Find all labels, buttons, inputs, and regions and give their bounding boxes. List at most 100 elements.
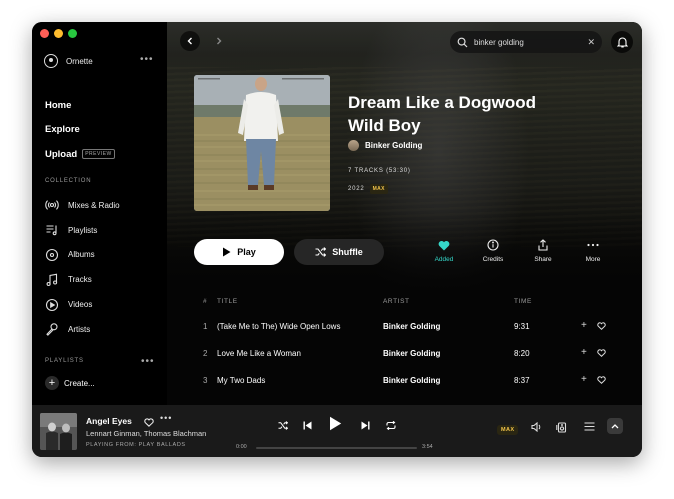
- sidebar-item-label: Videos: [68, 300, 93, 310]
- artist-avatar: [348, 140, 359, 151]
- track-more-button[interactable]: •••: [160, 413, 172, 423]
- added-button[interactable]: Added: [424, 237, 464, 263]
- previous-button[interactable]: [303, 421, 312, 430]
- tracks-info: 7 TRACKS (53:30): [348, 168, 411, 174]
- now-playing-artists[interactable]: Lennart Ginman, Thomas Blachman: [86, 429, 206, 438]
- nav-upload[interactable]: Upload PREVIEW: [45, 142, 115, 167]
- track-artist[interactable]: Binker Golding: [383, 376, 440, 385]
- mic-icon: [45, 322, 59, 337]
- sidebar-item-artists[interactable]: Artists: [45, 317, 120, 342]
- info-icon: [487, 239, 499, 251]
- max-quality-badge[interactable]: MAX: [497, 425, 519, 435]
- add-to-playlist-icon[interactable]: +: [581, 374, 587, 385]
- queue-button[interactable]: [584, 422, 595, 431]
- album-meta: 2022 MAX: [348, 184, 388, 194]
- playlist-icon: [45, 223, 59, 237]
- chevron-left-icon: [187, 37, 192, 45]
- minimize-window-button[interactable]: [54, 29, 63, 38]
- shuffle-toggle[interactable]: [278, 421, 288, 430]
- app-window: Ornette ••• Home Explore Upload PREVIEW C…: [32, 22, 642, 457]
- heart-outline-icon[interactable]: [597, 349, 606, 359]
- now-playing-cover-art: [40, 413, 77, 450]
- track-artist[interactable]: Binker Golding: [383, 322, 440, 331]
- repeat-icon: [386, 421, 396, 430]
- expand-player-button[interactable]: [607, 418, 623, 434]
- album-artist-name: Binker Golding: [365, 141, 423, 150]
- clear-search-icon[interactable]: ✕: [587, 37, 595, 48]
- next-button[interactable]: [361, 421, 370, 430]
- album-title: Dream Like a Dogwood Wild Boy: [348, 93, 536, 135]
- added-label: Added: [434, 256, 454, 263]
- share-button[interactable]: Share: [523, 237, 563, 263]
- output-device-button[interactable]: [556, 422, 567, 433]
- credits-button[interactable]: Credits: [473, 237, 513, 263]
- back-button[interactable]: [180, 31, 200, 51]
- search-box[interactable]: ✕: [450, 31, 602, 53]
- search-icon: [457, 37, 468, 47]
- total-time: 3:54: [422, 444, 433, 450]
- shuffle-button[interactable]: Shuffle: [294, 239, 384, 265]
- table-row[interactable]: 2 Love Me Like a Woman Binker Golding 8:…: [203, 347, 633, 361]
- bell-icon: [616, 37, 628, 48]
- nav-upload-label: Upload: [45, 148, 78, 160]
- elapsed-time: 0:00: [236, 444, 247, 450]
- add-to-playlist-icon[interactable]: +: [581, 347, 587, 358]
- album-cover[interactable]: [194, 75, 330, 211]
- header-number: #: [203, 298, 208, 305]
- volume-button[interactable]: [531, 422, 542, 432]
- speaker-icon: [531, 422, 541, 432]
- sidebar-item-mixes-radio[interactable]: Mixes & Radio: [45, 193, 120, 218]
- track-number: 2: [203, 349, 208, 358]
- sidebar-item-albums[interactable]: Albums: [45, 243, 120, 268]
- close-window-button[interactable]: [40, 29, 49, 38]
- notifications-button[interactable]: [611, 31, 633, 53]
- add-to-playlist-icon[interactable]: +: [581, 320, 587, 331]
- chevron-up-icon: [611, 424, 619, 429]
- now-playing-cover[interactable]: [40, 413, 77, 450]
- user-name: Ornette: [66, 56, 93, 66]
- album-cover-art: [194, 75, 330, 211]
- track-title: (Take Me to The) Wide Open Lows: [217, 322, 341, 331]
- repeat-toggle[interactable]: [386, 421, 396, 430]
- table-row[interactable]: 1 (Take Me to The) Wide Open Lows Binker…: [203, 320, 633, 334]
- credits-label: Credits: [482, 256, 504, 263]
- nav-home[interactable]: Home: [45, 93, 115, 118]
- speaker-device-icon: [556, 422, 567, 433]
- album-icon: [45, 248, 59, 262]
- forward-button[interactable]: [209, 31, 229, 51]
- heart-outline-icon[interactable]: [597, 376, 606, 386]
- profile-more-button[interactable]: •••: [140, 54, 154, 65]
- search-input[interactable]: [474, 37, 588, 47]
- play-button[interactable]: Play: [194, 239, 284, 265]
- skip-forward-icon: [361, 421, 370, 430]
- create-playlist-button[interactable]: + Create...: [45, 376, 95, 390]
- preview-badge: PREVIEW: [82, 149, 115, 160]
- header-time[interactable]: TIME: [514, 298, 532, 305]
- nav-explore[interactable]: Explore: [45, 118, 115, 143]
- sidebar-item-videos[interactable]: Videos: [45, 292, 120, 317]
- track-title: My Two Dads: [217, 376, 266, 385]
- header-title[interactable]: TITLE: [217, 298, 238, 305]
- heart-outline-icon[interactable]: [597, 322, 606, 332]
- video-icon: [45, 298, 59, 312]
- more-button[interactable]: More: [573, 237, 613, 263]
- playlists-more-button[interactable]: •••: [141, 356, 155, 367]
- play-button-label: Play: [237, 247, 256, 257]
- zoom-window-button[interactable]: [68, 29, 77, 38]
- sidebar-item-label: Artists: [68, 324, 91, 334]
- progress-bar[interactable]: [256, 447, 417, 449]
- track-artist[interactable]: Binker Golding: [383, 349, 440, 358]
- sidebar-item-tracks[interactable]: Tracks: [45, 267, 120, 292]
- play-pause-button[interactable]: [329, 416, 342, 431]
- table-row[interactable]: 3 My Two Dads Binker Golding 8:37 +: [203, 374, 633, 388]
- header-artist[interactable]: ARTIST: [383, 298, 410, 305]
- play-icon: [223, 247, 231, 257]
- sidebar-item-playlists[interactable]: Playlists: [45, 218, 120, 243]
- playing-from[interactable]: PLAYING FROM: PLAY BALLADS: [86, 442, 186, 448]
- album-artist-link[interactable]: Binker Golding: [348, 140, 422, 151]
- play-icon: [330, 416, 342, 431]
- collection-list: Mixes & Radio Playlists Albums Tracks Vi…: [45, 193, 120, 342]
- now-playing-title[interactable]: Angel Eyes: [86, 416, 132, 426]
- profile[interactable]: Ornette: [44, 54, 93, 68]
- shuffle-icon: [315, 247, 327, 257]
